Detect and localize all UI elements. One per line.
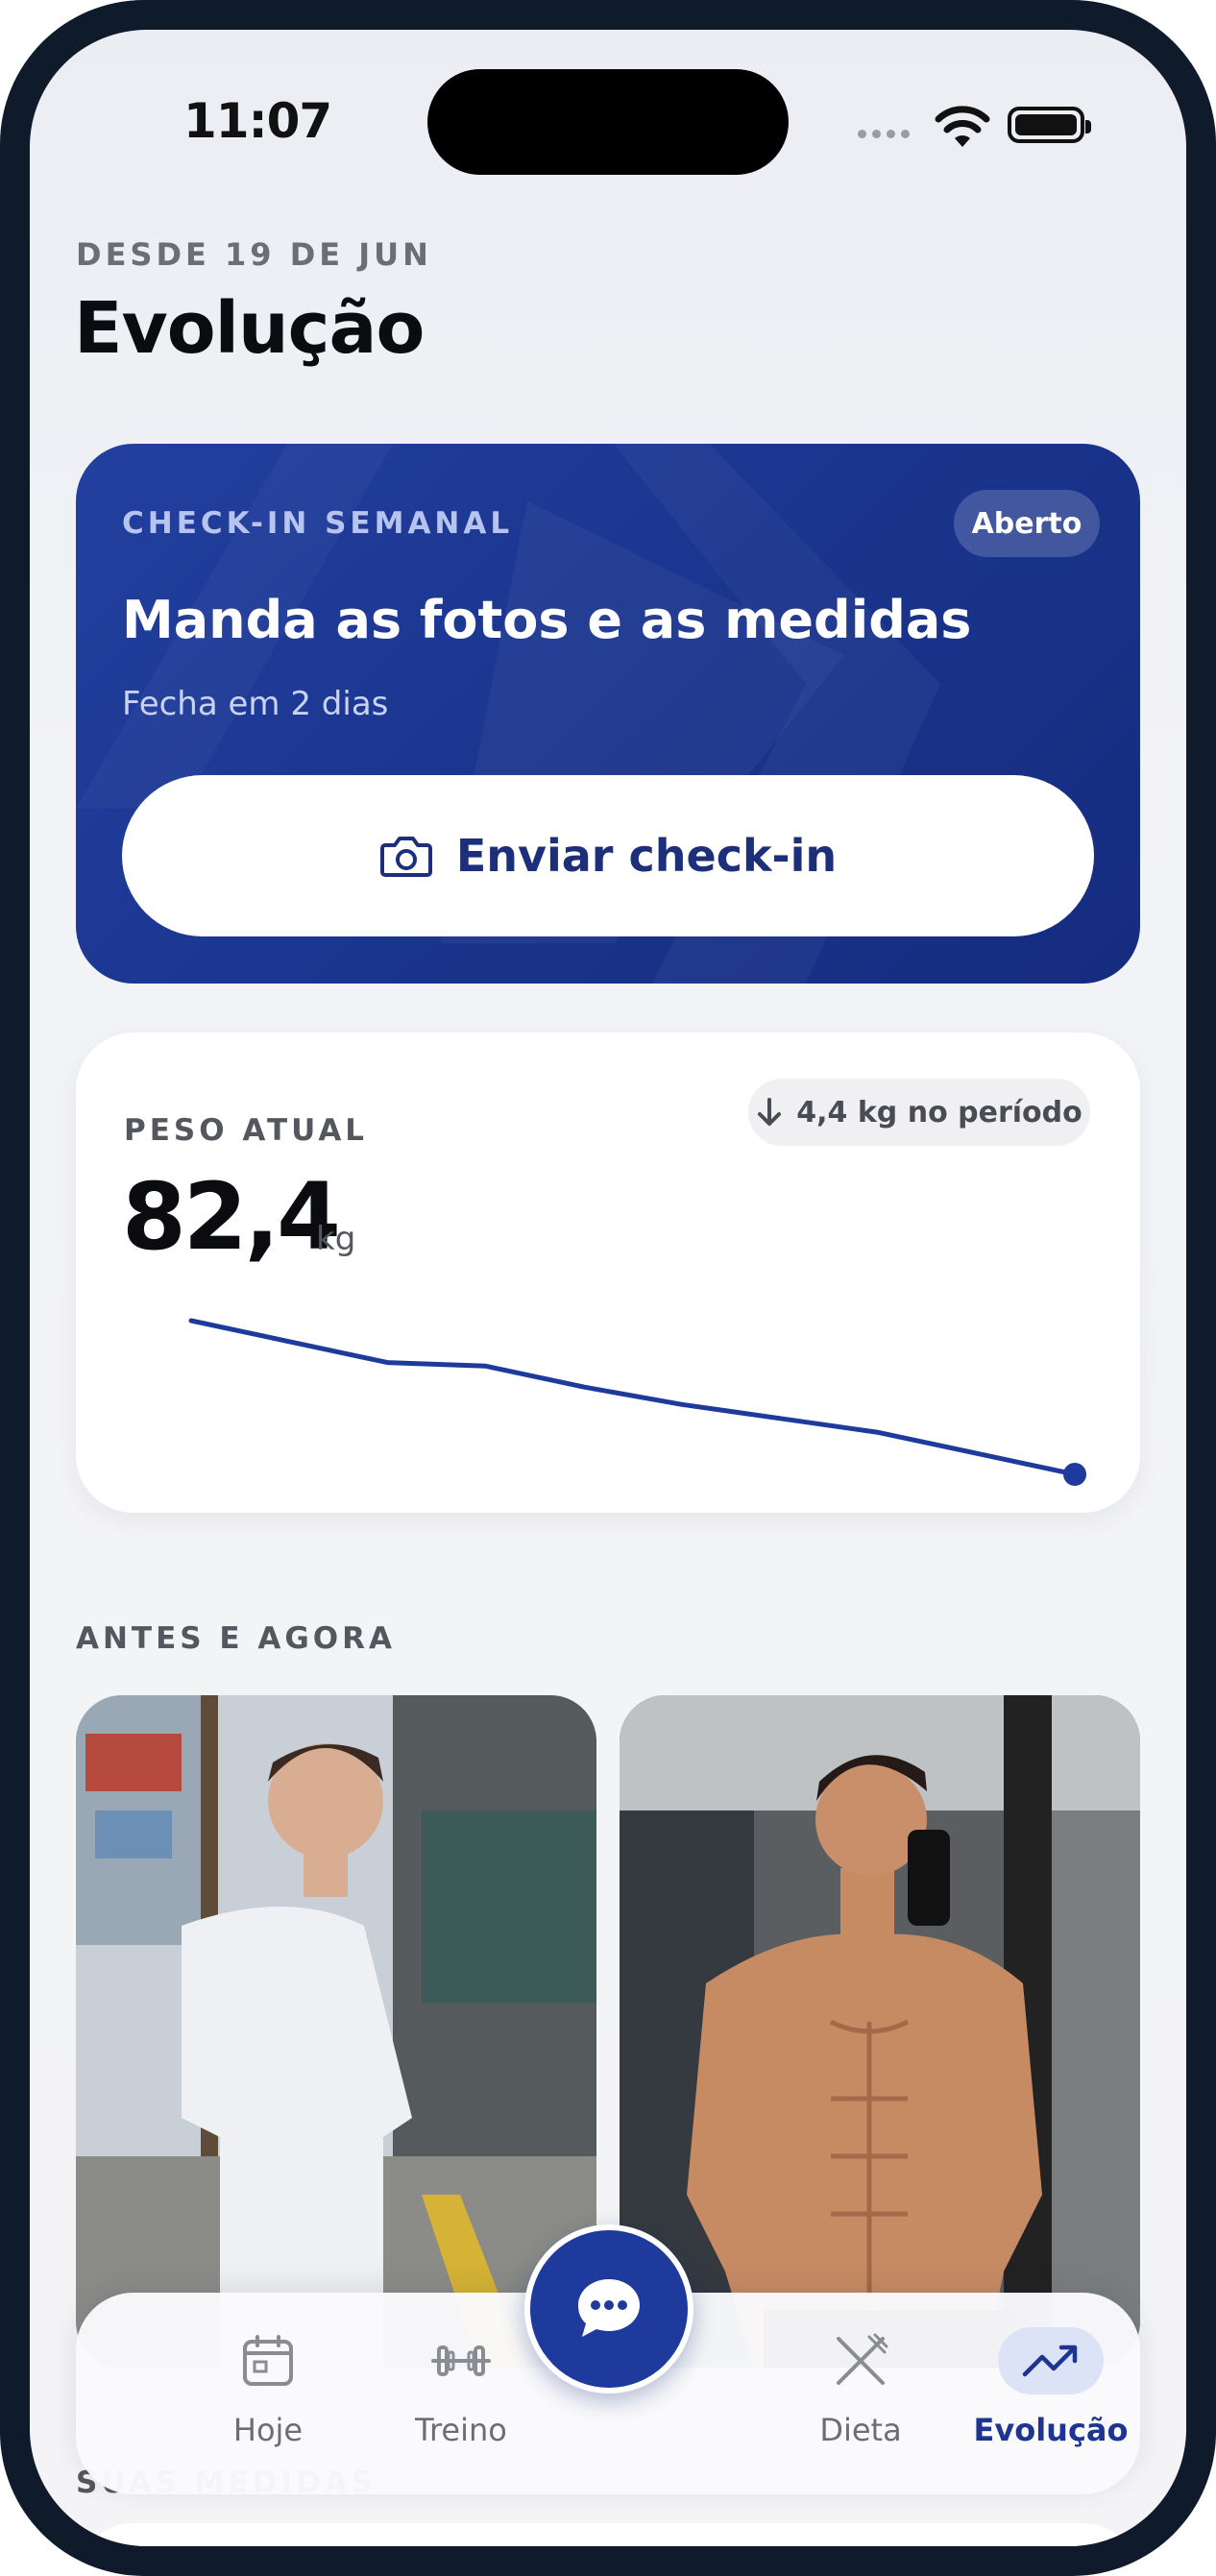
checkin-title: Manda as fotos e as medidas <box>122 590 972 650</box>
cellular-signal-icon <box>858 130 910 138</box>
weight-eyebrow: PESO ATUAL <box>124 1113 369 1148</box>
weight-delta-label: 4,4 kg no período <box>796 1095 1082 1130</box>
send-checkin-label: Enviar check-in <box>455 830 838 882</box>
nav-item-label: Evolução <box>973 2412 1129 2448</box>
weight-delta-badge: 4,4 kg no período <box>748 1079 1090 1146</box>
status-bar: 11:07 <box>30 30 1186 175</box>
measures-card <box>76 2523 1140 2546</box>
page-eyebrow: DESDE 19 DE JUN <box>76 236 432 273</box>
before-photo-image <box>76 1695 596 2368</box>
page-title: Evolução <box>74 287 425 370</box>
nav-item-dieta[interactable]: Dieta <box>779 2327 942 2471</box>
weight-unit: kg <box>316 1220 356 1258</box>
chat-button[interactable] <box>524 2224 693 2394</box>
status-badge: Aberto <box>954 490 1100 557</box>
weight-value: 82,4 <box>122 1163 341 1271</box>
device-frame: 11:07 DESDE 19 DE JUN Evolução CHECK-IN … <box>0 0 1216 2576</box>
dumbbell-icon <box>431 2345 491 2376</box>
battery-icon <box>1008 107 1091 143</box>
camera-icon <box>379 837 432 877</box>
fork-knife-icon <box>837 2333 888 2385</box>
nav-item-treino[interactable]: Treino <box>379 2327 543 2471</box>
nav-item-evolucao[interactable]: Evolução <box>969 2327 1132 2471</box>
current-weight-point <box>1063 1463 1086 1486</box>
after-photo-image <box>620 1695 1140 2368</box>
weight-series-line <box>188 1318 1078 1477</box>
weight-line-chart <box>188 1318 1086 1486</box>
send-checkin-button[interactable]: Enviar check-in <box>122 775 1094 936</box>
chat-bubble-icon <box>578 2279 640 2337</box>
nav-item-label: Treino <box>415 2412 507 2448</box>
nav-item-label: Dieta <box>819 2412 902 2448</box>
trending-up-icon <box>1022 2345 1078 2377</box>
nav-item-label: Hoje <box>232 2412 304 2448</box>
checkin-eyebrow: CHECK-IN SEMANAL <box>122 506 514 541</box>
wifi-icon <box>935 106 990 147</box>
before-photo[interactable] <box>76 1695 596 2368</box>
arrow-down-icon <box>758 1098 782 1126</box>
dynamic-island <box>427 69 789 175</box>
calendar-icon <box>243 2335 293 2386</box>
checkin-subtitle: Fecha em 2 dias <box>122 685 389 723</box>
current-weight-card: PESO ATUAL 82,4 kg 4,4 kg no período <box>76 1033 1140 1513</box>
app-screen: 11:07 DESDE 19 DE JUN Evolução CHECK-IN … <box>30 30 1186 2546</box>
before-after-label: ANTES E AGORA <box>76 1621 396 1656</box>
status-time: 11:07 <box>183 93 332 149</box>
nav-item-hoje[interactable]: Hoje <box>186 2327 350 2471</box>
after-photo[interactable] <box>620 1695 1140 2368</box>
